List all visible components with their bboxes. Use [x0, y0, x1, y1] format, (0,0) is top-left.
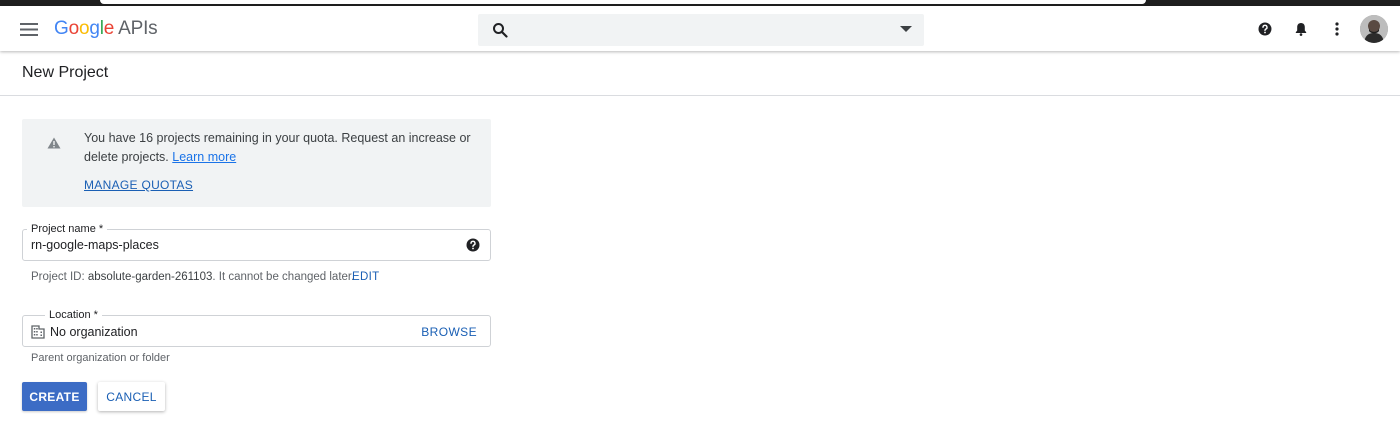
- help-icon: [1258, 22, 1272, 36]
- search-icon: [493, 23, 508, 38]
- warning-icon: [47, 137, 61, 149]
- page-title: New Project: [22, 64, 109, 81]
- manage-quotas-link[interactable]: MANAGE QUOTAS: [84, 178, 193, 192]
- menu-icon: [20, 22, 38, 36]
- project-id-value: absolute-garden-261103: [87, 271, 213, 283]
- location-label: Location *: [45, 308, 102, 322]
- project-name-label: Project name *: [27, 222, 108, 236]
- quota-message: You have 16 projects remaining in your q…: [84, 129, 484, 167]
- search-bar[interactable]: [478, 14, 924, 46]
- menu-button[interactable]: [14, 14, 44, 44]
- more-options-button[interactable]: [1326, 18, 1348, 40]
- bell-icon: [1295, 23, 1307, 36]
- project-name-field[interactable]: Project name *: [22, 222, 491, 261]
- browse-button[interactable]: BROWSE: [421, 325, 477, 339]
- search-input[interactable]: [518, 18, 888, 42]
- avatar[interactable]: [1360, 15, 1388, 43]
- project-id-prefix: Project ID:: [31, 271, 85, 283]
- project-id-suffix: . It cannot be changed later.: [212, 271, 355, 283]
- project-id-info: Project ID: absolute-garden-261103. It c…: [31, 271, 354, 283]
- more-vert-icon: [1335, 22, 1339, 36]
- quota-notice: You have 16 projects remaining in your q…: [22, 119, 491, 207]
- quota-message-text: You have 16 projects remaining in your q…: [84, 131, 471, 164]
- browser-address-pill: [100, 0, 1146, 4]
- learn-more-link[interactable]: Learn more: [172, 150, 236, 164]
- location-helper-text: Parent organization or folder: [31, 352, 170, 364]
- location-field[interactable]: Location * No organization BROWSE: [22, 308, 491, 347]
- notifications-button[interactable]: [1290, 18, 1312, 40]
- google-apis-logo[interactable]: Google APIs: [54, 18, 158, 40]
- top-app-bar: Google APIs: [0, 6, 1400, 51]
- create-button[interactable]: CREATE: [22, 382, 87, 411]
- location-value: No organization: [50, 325, 138, 339]
- user-photo: [1360, 15, 1388, 43]
- edit-project-id-button[interactable]: EDIT: [352, 271, 379, 283]
- project-name-input[interactable]: [31, 236, 451, 254]
- page-header: New Project: [0, 51, 1400, 96]
- dropdown-arrow-icon[interactable]: [900, 26, 912, 32]
- help-icon[interactable]: [466, 238, 480, 252]
- cancel-button[interactable]: CANCEL: [98, 382, 165, 411]
- logo-suffix: APIs: [118, 18, 158, 39]
- building-icon: [31, 325, 45, 339]
- help-button[interactable]: [1254, 18, 1276, 40]
